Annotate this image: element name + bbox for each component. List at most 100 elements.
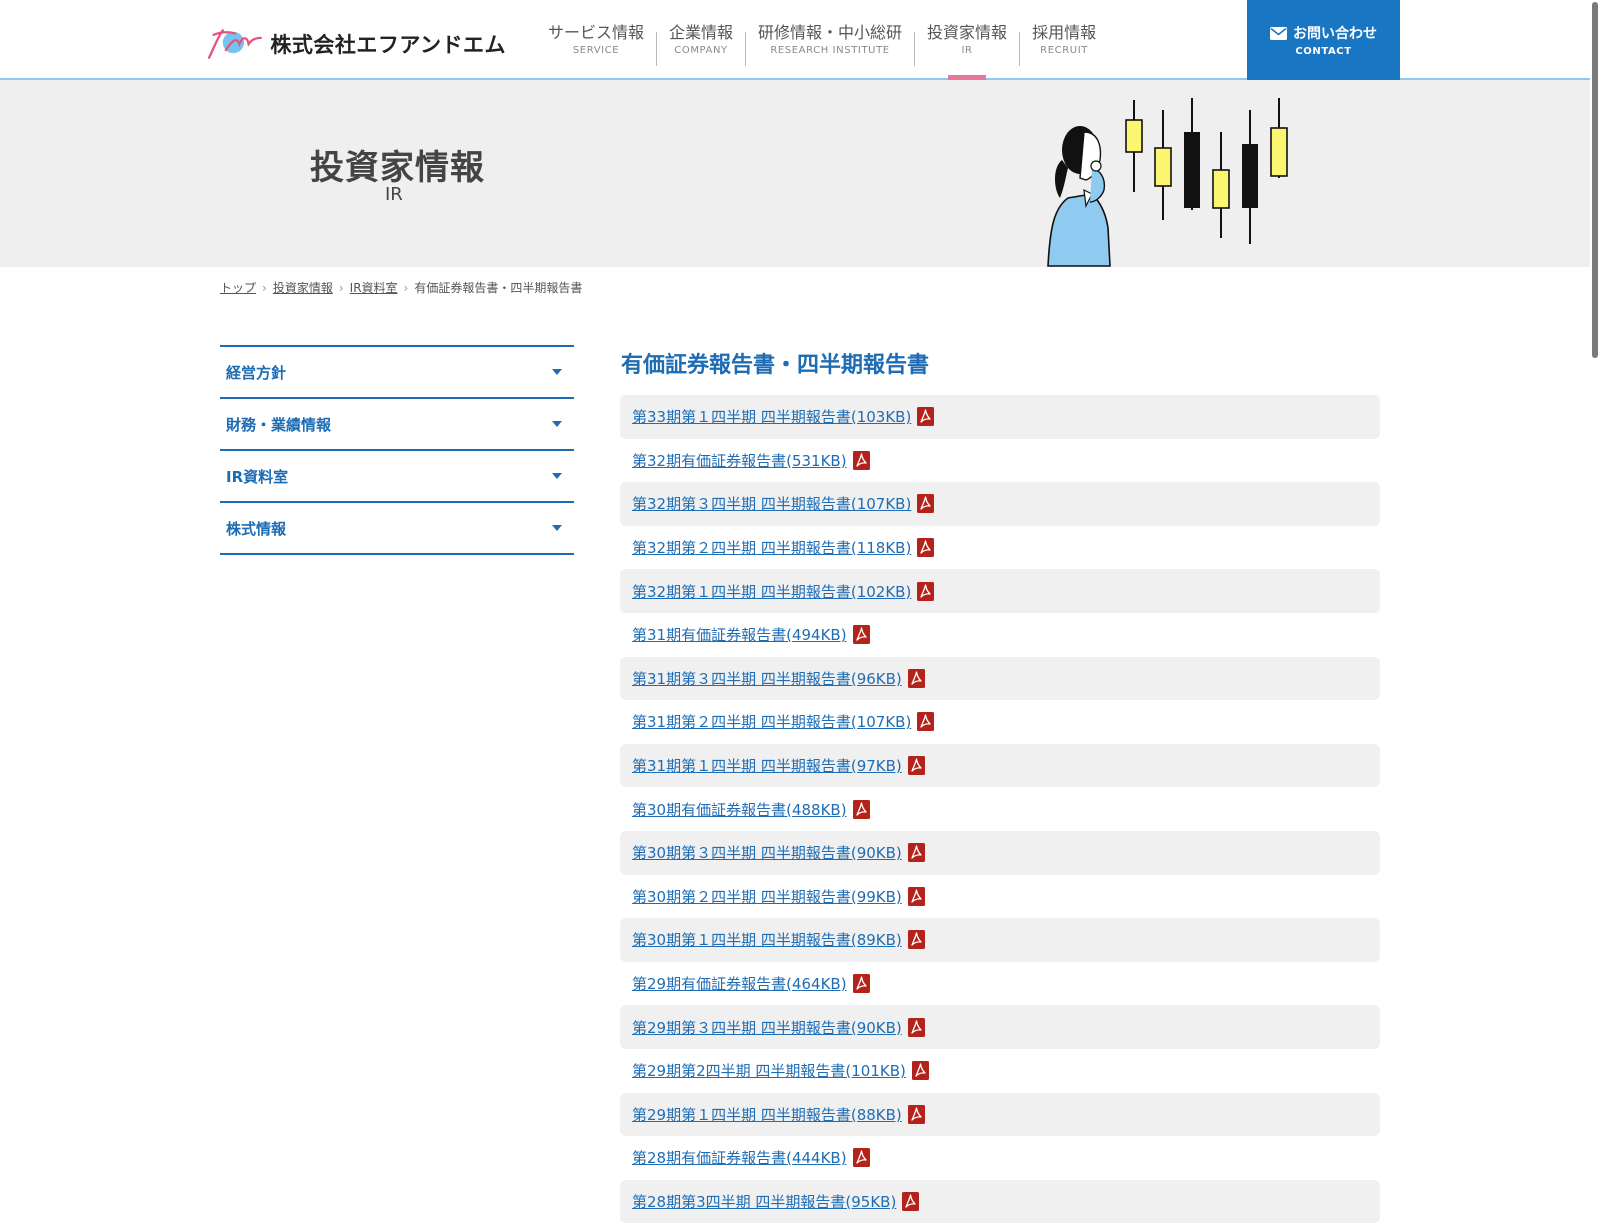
pdf-icon[interactable] — [917, 712, 935, 732]
list-item: 第32期第３四半期 四半期報告書(107KB) — [620, 482, 1380, 526]
pdf-icon[interactable] — [902, 1191, 920, 1211]
nav-label: サービス情報 — [548, 23, 645, 42]
page-subtitle: IR — [385, 184, 403, 205]
report-link[interactable]: 第31期第３四半期 四半期報告書(96KB) — [632, 668, 902, 689]
pdf-icon[interactable] — [852, 625, 870, 645]
mail-icon — [1270, 26, 1287, 40]
nav-label: 研修情報・中小総研 — [758, 23, 903, 42]
breadcrumb-current: 有価証券報告書・四半期報告書 — [414, 281, 583, 295]
contact-button[interactable]: お問い合わせ CONTACT — [1247, 0, 1400, 80]
pdf-icon[interactable] — [852, 799, 870, 819]
report-list: 第33期第１四半期 四半期報告書(103KB) 第32期有価証券報告書(531KB… — [620, 395, 1380, 1223]
list-item: 第31期第１四半期 四半期報告書(97KB) — [620, 743, 1380, 788]
pdf-icon[interactable] — [917, 494, 935, 514]
nav-sublabel: RECRUIT — [1040, 45, 1088, 56]
investor-candlestick-illustration — [1047, 98, 1288, 267]
list-item: 第29期有価証券報告書(464KB) — [620, 962, 1380, 1006]
list-item: 第28期第3四半期 四半期報告書(95KB) — [620, 1179, 1380, 1223]
list-item: 第29期第１四半期 四半期報告書(88KB) — [620, 1092, 1380, 1137]
pdf-icon[interactable] — [907, 1017, 925, 1037]
breadcrumb-separator: › — [262, 281, 267, 295]
list-item: 第30期第３四半期 四半期報告書(90KB) — [620, 830, 1380, 875]
pdf-icon[interactable] — [852, 974, 870, 994]
nav-item-ir[interactable]: 投資家情報 IR — [915, 0, 1019, 80]
pdf-icon[interactable] — [907, 930, 925, 950]
report-link[interactable]: 第31期第１四半期 四半期報告書(97KB) — [632, 755, 902, 776]
logo-mark-icon — [207, 29, 262, 59]
report-link[interactable]: 第31期有価証券報告書(494KB) — [632, 624, 847, 645]
list-item: 第30期第２四半期 四半期報告書(99KB) — [620, 875, 1380, 919]
caret-down-icon — [552, 421, 562, 427]
list-item: 第29期第2四半期 四半期報告書(101KB) — [620, 1049, 1380, 1093]
nav-sublabel: IR — [961, 45, 973, 56]
report-link[interactable]: 第31期第２四半期 四半期報告書(107KB) — [632, 711, 911, 732]
breadcrumb-link-ir-library[interactable]: IR資料室 — [350, 281, 398, 295]
nav-label: 採用情報 — [1032, 23, 1097, 42]
pdf-icon[interactable] — [907, 843, 925, 863]
report-link[interactable]: 第28期有価証券報告書(444KB) — [632, 1147, 847, 1168]
report-link[interactable]: 第29期第３四半期 四半期報告書(90KB) — [632, 1017, 902, 1038]
sidebar-item-label: 財務・業績情報 — [226, 415, 332, 434]
sidebar-item-ir-library[interactable]: IR資料室 — [220, 451, 574, 503]
pdf-icon[interactable] — [907, 668, 925, 688]
caret-down-icon — [552, 473, 562, 479]
caret-down-icon — [552, 369, 562, 375]
report-link[interactable]: 第29期有価証券報告書(464KB) — [632, 973, 847, 994]
nav-label: 企業情報 — [669, 23, 734, 42]
caret-down-icon — [552, 525, 562, 531]
breadcrumb-link-ir[interactable]: 投資家情報 — [273, 281, 333, 295]
nav-item-research[interactable]: 研修情報・中小総研 RESEARCH INSTITUTE — [746, 0, 914, 80]
list-item: 第28期有価証券報告書(444KB) — [620, 1136, 1380, 1180]
nav-item-company[interactable]: 企業情報 COMPANY — [657, 0, 745, 80]
contact-row: お問い合わせ — [1270, 23, 1377, 43]
sidebar-item-label: IR資料室 — [226, 467, 289, 486]
company-logo[interactable]: 株式会社エフアンドエム — [206, 22, 506, 66]
sidebar-item-label: 経営方針 — [226, 363, 287, 382]
sidebar-item-management-policy[interactable]: 経営方針 — [220, 347, 574, 399]
pdf-icon[interactable] — [911, 1061, 929, 1081]
report-link[interactable]: 第30期第２四半期 四半期報告書(99KB) — [632, 886, 902, 907]
report-link[interactable]: 第30期第１四半期 四半期報告書(89KB) — [632, 929, 902, 950]
nav-item-recruit[interactable]: 採用情報 RECRUIT — [1020, 0, 1108, 80]
section-title: 有価証券報告書・四半期報告書 — [621, 353, 930, 378]
report-link[interactable]: 第28期第3四半期 四半期報告書(95KB) — [632, 1191, 896, 1212]
report-link[interactable]: 第33期第１四半期 四半期報告書(103KB) — [632, 406, 911, 427]
list-item: 第32期第１四半期 四半期報告書(102KB) — [620, 569, 1380, 613]
pdf-icon[interactable] — [852, 450, 870, 470]
breadcrumb-link-top[interactable]: トップ — [220, 281, 256, 295]
list-item: 第31期第３四半期 四半期報告書(96KB) — [620, 656, 1380, 701]
sidebar-item-financial-info[interactable]: 財務・業績情報 — [220, 399, 574, 451]
pdf-icon[interactable] — [917, 407, 935, 427]
report-link[interactable]: 第30期有価証券報告書(488KB) — [632, 799, 847, 820]
page-scrollbar[interactable] — [1590, 0, 1600, 1200]
pdf-icon[interactable] — [907, 756, 925, 776]
sidebar-menu: 経営方針 財務・業績情報 IR資料室 株式情報 — [220, 345, 574, 555]
pdf-icon[interactable] — [917, 538, 935, 558]
report-link[interactable]: 第30期第３四半期 四半期報告書(90KB) — [632, 842, 902, 863]
sidebar-item-stock-info[interactable]: 株式情報 — [220, 503, 574, 555]
nav-sublabel: RESEARCH INSTITUTE — [770, 45, 890, 56]
contact-sublabel: CONTACT — [1295, 46, 1352, 57]
list-item: 第30期有価証券報告書(488KB) — [620, 787, 1380, 831]
list-item: 第31期有価証券報告書(494KB) — [620, 613, 1380, 657]
breadcrumb-separator: › — [338, 281, 344, 295]
report-link[interactable]: 第32期有価証券報告書(531KB) — [632, 450, 847, 471]
pdf-icon[interactable] — [852, 1148, 870, 1168]
report-link[interactable]: 第29期第１四半期 四半期報告書(88KB) — [632, 1104, 902, 1125]
scrollbar-thumb[interactable] — [1592, 2, 1598, 358]
pdf-icon[interactable] — [907, 1104, 925, 1124]
global-nav: サービス情報 SERVICE 企業情報 COMPANY 研修情報・中小総研 RE… — [536, 0, 1108, 80]
sidebar-item-label: 株式情報 — [226, 519, 287, 538]
list-item: 第33期第１四半期 四半期報告書(103KB) — [620, 395, 1380, 439]
pdf-icon[interactable] — [907, 886, 925, 906]
report-link[interactable]: 第32期第２四半期 四半期報告書(118KB) — [632, 537, 911, 558]
report-link[interactable]: 第32期第１四半期 四半期報告書(102KB) — [632, 581, 911, 602]
contact-label: お問い合わせ — [1293, 26, 1377, 42]
hero-banner: 投資家情報 IR — [0, 80, 1600, 267]
nav-item-service[interactable]: サービス情報 SERVICE — [536, 0, 656, 80]
page-title: 投資家情報 — [310, 148, 485, 188]
report-link[interactable]: 第29期第2四半期 四半期報告書(101KB) — [632, 1060, 906, 1081]
pdf-icon[interactable] — [917, 581, 935, 601]
list-item: 第30期第１四半期 四半期報告書(89KB) — [620, 918, 1380, 962]
report-link[interactable]: 第32期第３四半期 四半期報告書(107KB) — [632, 493, 911, 514]
